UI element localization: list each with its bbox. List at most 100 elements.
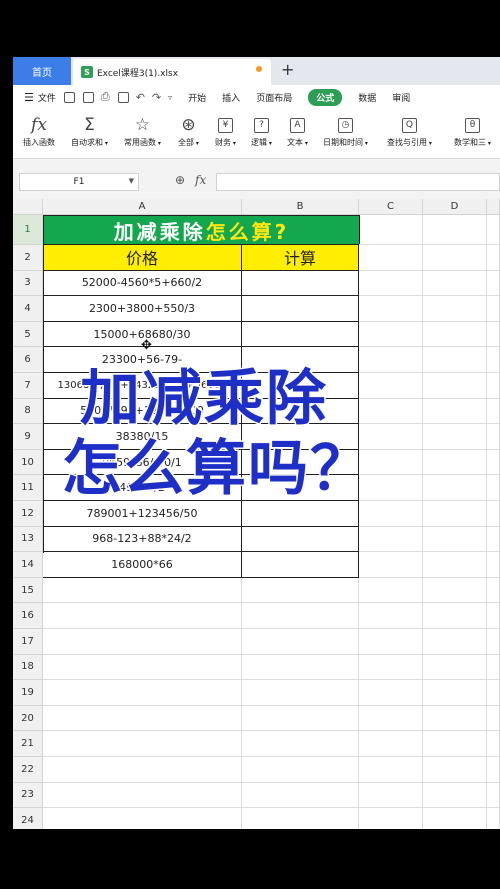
cell-d19[interactable]	[423, 680, 487, 706]
column-header-a[interactable]: A	[43, 199, 242, 215]
cell-a15[interactable]	[43, 577, 242, 604]
cell-a24[interactable]	[43, 808, 242, 829]
cell-d7[interactable]	[423, 373, 487, 399]
cell-d22[interactable]	[423, 757, 487, 783]
undo-icon[interactable]: ↶	[136, 91, 145, 104]
cell-d23[interactable]	[423, 782, 487, 809]
cell-d13[interactable]	[423, 526, 487, 553]
cell-d3[interactable]	[423, 270, 487, 297]
row-header-8[interactable]: 8	[13, 398, 43, 425]
cell-a2[interactable]: 价格	[43, 245, 242, 271]
cell-b15[interactable]	[242, 577, 359, 604]
cell-b2[interactable]: 计算	[242, 245, 359, 271]
cell-d17[interactable]	[423, 629, 487, 655]
cell-c21[interactable]	[359, 731, 423, 757]
name-box[interactable]: F1 ▼	[19, 173, 139, 191]
row-header-6[interactable]: 6	[13, 347, 43, 373]
row-header-14[interactable]: 14	[13, 552, 43, 578]
menu-tab-insert[interactable]: 插入	[222, 91, 240, 104]
row-header-7[interactable]: 7	[13, 373, 43, 399]
cell-d11[interactable]	[423, 475, 487, 501]
row-header-10[interactable]: 10	[13, 449, 43, 476]
cell-c2[interactable]	[359, 245, 423, 271]
menu-tab-page-layout[interactable]: 页面布局	[256, 91, 292, 104]
cell-c19[interactable]	[359, 680, 423, 706]
cell-b13[interactable]	[242, 526, 359, 553]
cell-d20[interactable]	[423, 705, 487, 732]
cell-c15[interactable]	[359, 577, 423, 604]
insert-function-button[interactable]: fx 插入函数	[23, 113, 55, 148]
row-header-21[interactable]: 21	[13, 731, 43, 757]
row-header-20[interactable]: 20	[13, 705, 43, 732]
cell-a10[interactable]: 9659*86/6/0/1	[43, 449, 242, 476]
cell-b24[interactable]	[242, 808, 359, 829]
cell-d12[interactable]	[423, 501, 487, 527]
row-header-12[interactable]: 12	[13, 501, 43, 527]
new-tab-button[interactable]: +	[281, 59, 294, 81]
cell-a11[interactable]: 49000/2	[43, 475, 242, 501]
cell-b22[interactable]	[242, 757, 359, 783]
cell-b23[interactable]	[242, 782, 359, 809]
row-header-1[interactable]: 1	[13, 215, 43, 245]
cell-a13[interactable]: 968-123+88*24/2	[43, 526, 242, 553]
cell-c14[interactable]	[359, 552, 423, 578]
menu-tab-formulas[interactable]: 公式	[308, 88, 343, 106]
cell-d21[interactable]	[423, 731, 487, 757]
row-header-23[interactable]: 23	[13, 782, 43, 809]
cell-a22[interactable]	[43, 757, 242, 783]
preview-icon[interactable]	[117, 91, 129, 103]
cell-c17[interactable]	[359, 629, 423, 655]
cell-b3[interactable]	[242, 270, 359, 297]
row-header-9[interactable]: 9	[13, 424, 43, 450]
print-icon[interactable]: ⎙	[101, 90, 110, 104]
cell-b20[interactable]	[242, 705, 359, 732]
column-header-c[interactable]: C	[359, 199, 423, 215]
cell-a3[interactable]: 52000-4560*5+660/2	[43, 270, 242, 297]
datetime-functions-button[interactable]: ◷ 日期和时间 ▾	[323, 113, 368, 148]
cell-d2[interactable]	[423, 245, 487, 271]
cell-d5[interactable]	[423, 321, 487, 348]
cell-c16[interactable]	[359, 603, 423, 629]
chevron-down-icon[interactable]: ▼	[129, 177, 134, 185]
dropdown-caret-icon[interactable]: ▾	[156, 140, 161, 147]
cell-c3[interactable]	[359, 270, 423, 297]
cell-a9[interactable]: 38380/15	[43, 424, 242, 450]
cell-d18[interactable]	[423, 654, 487, 681]
cell-b6[interactable]	[242, 347, 359, 373]
row-header-4[interactable]: 4	[13, 296, 43, 322]
cell-d16[interactable]	[423, 603, 487, 629]
dropdown-caret-icon[interactable]: ▾	[231, 140, 236, 147]
spreadsheet-grid[interactable]: A B C D 1 加减乘除 怎么算? 2 价格 计算 3 52000-4560*5+660/2 4 23…	[13, 199, 500, 829]
cell-c4[interactable]	[359, 296, 423, 322]
cell-a12[interactable]: 789001+123456/50	[43, 501, 242, 527]
row-header-22[interactable]: 22	[13, 757, 43, 783]
more-chevron-icon[interactable]: ▿	[168, 93, 172, 102]
cell-a4[interactable]: 2300+3800+550/3	[43, 296, 242, 322]
row-header-17[interactable]: 17	[13, 629, 43, 655]
dropdown-caret-icon[interactable]: ▾	[194, 140, 199, 147]
file-menu[interactable]: 文件	[38, 91, 56, 104]
cell-b8[interactable]	[242, 398, 359, 425]
cell-b12[interactable]	[242, 501, 359, 527]
cell-b21[interactable]	[242, 731, 359, 757]
cell-a8[interactable]: 590*7890+1239-4500	[43, 398, 242, 425]
cell-a14[interactable]: 168000*66	[43, 552, 242, 578]
cell-c24[interactable]	[359, 808, 423, 829]
row-header-19[interactable]: 19	[13, 680, 43, 706]
row-header-5[interactable]: 5	[13, 321, 43, 348]
file-tab[interactable]: S Excel课程3(1).xlsx	[73, 59, 271, 85]
row-header-24[interactable]: 24	[13, 808, 43, 829]
cell-c23[interactable]	[359, 782, 423, 809]
cell-d4[interactable]	[423, 296, 487, 322]
home-tab[interactable]: 首页	[13, 57, 71, 85]
cell-c22[interactable]	[359, 757, 423, 783]
math-functions-button[interactable]: θ 数学和三 ▾	[454, 113, 491, 148]
export-icon[interactable]	[82, 91, 94, 103]
cell-a23[interactable]	[43, 782, 242, 809]
cell-d1[interactable]	[423, 215, 487, 245]
dropdown-caret-icon[interactable]: ▾	[303, 140, 308, 147]
formula-input[interactable]	[216, 173, 500, 191]
column-header-b[interactable]: B	[242, 199, 359, 215]
cell-b14[interactable]	[242, 552, 359, 578]
title-cell-merged[interactable]: 加减乘除 怎么算?	[43, 215, 360, 245]
